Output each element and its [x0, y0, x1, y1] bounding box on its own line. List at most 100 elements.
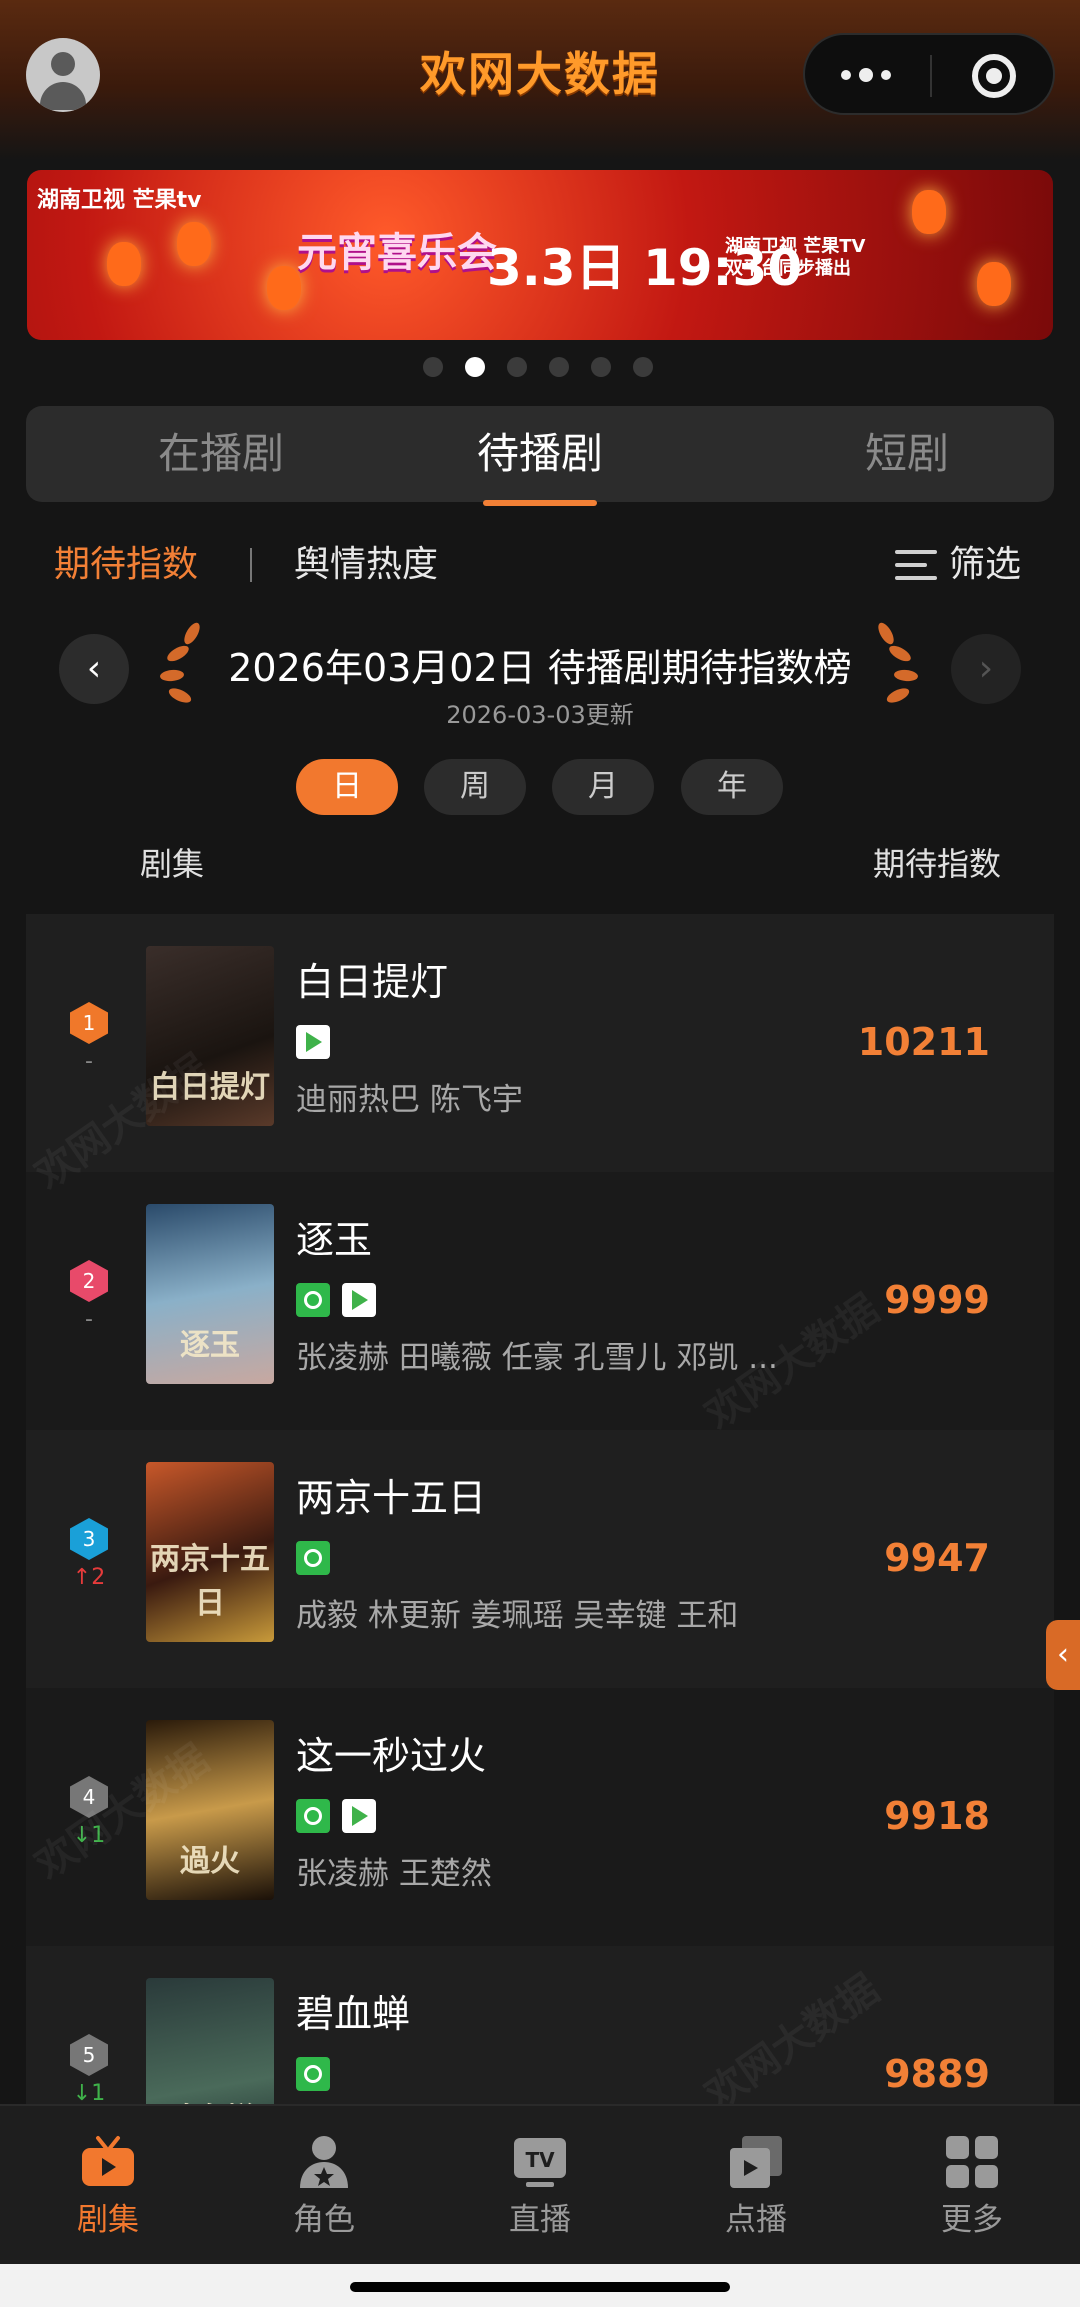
- mgtv-platform-icon: [342, 1283, 376, 1317]
- close-miniapp-button[interactable]: [972, 54, 1016, 98]
- drama-actors: 迪丽热巴 陈飞宇: [296, 1082, 523, 1118]
- period-year[interactable]: 年: [681, 759, 783, 815]
- filter-label: 筛选: [949, 544, 1022, 585]
- rank-number: 1: [70, 1002, 108, 1044]
- capsule-divider: [930, 55, 932, 97]
- laurel-right-icon: [868, 620, 919, 714]
- subtab-public-opinion[interactable]: 舆情热度: [294, 540, 438, 590]
- subtab-divider: [250, 548, 252, 582]
- expectation-score: 9999: [884, 1278, 990, 1322]
- carousel-dot[interactable]: [465, 357, 485, 377]
- lantern-decoration: [977, 262, 1011, 306]
- ranking-list: 1- 白日提灯 白日提灯 迪丽热巴 陈飞宇 10211 2- 逐玉 逐玉 张凌赫 田曦薇 任豪 …: [26, 914, 1054, 2104]
- chevron-left-icon: ‹: [1057, 1637, 1069, 1672]
- table-row[interactable]: 4 ↓1 過火 这一秒过火张凌赫 王楚然 9918: [26, 1688, 1054, 1946]
- drama-title[interactable]: 碧血蝉: [296, 1988, 410, 2040]
- more-options-button[interactable]: [841, 65, 895, 85]
- user-avatar[interactable]: [26, 38, 100, 112]
- bottom-nav: 剧集 角色 TV 直播 点播 更多: [0, 2104, 1080, 2264]
- grid-more-icon: [946, 2136, 998, 2188]
- mgtv-platform-icon: [296, 1025, 330, 1059]
- table-row[interactable]: 5↓1碧血蝉碧血蝉9889: [26, 1946, 1054, 2104]
- rank-badge: 4 ↓1: [70, 1776, 108, 1848]
- rank-badge: 3 ↑2: [70, 1518, 108, 1590]
- more-dot-icon: [881, 70, 891, 80]
- drama-poster[interactable]: 白日提灯: [146, 946, 274, 1126]
- rank-badge: 2-: [70, 1260, 108, 1332]
- drama-poster[interactable]: 過火: [146, 1720, 274, 1900]
- next-date-button[interactable]: ›: [951, 634, 1021, 704]
- carousel-dot[interactable]: [549, 357, 569, 377]
- nav-label: 点播: [725, 2202, 787, 2238]
- drama-poster[interactable]: 两京十五日: [146, 1462, 274, 1642]
- rank-trend: ↓1: [72, 2081, 106, 2104]
- app-logo: 欢网大数据: [420, 47, 660, 101]
- carousel-dot[interactable]: [633, 357, 653, 377]
- drama-title[interactable]: 这一秒过火: [296, 1730, 486, 1782]
- drama-actors: 张凌赫 王楚然: [296, 1856, 492, 1892]
- carousel-dot[interactable]: [507, 357, 527, 377]
- drama-poster[interactable]: 碧血蝉: [146, 1978, 274, 2104]
- home-indicator[interactable]: [350, 2282, 730, 2292]
- nav-item-live[interactable]: TV 直播: [432, 2106, 648, 2266]
- filter-lines-icon: [895, 550, 937, 582]
- miniapp-capsule: [803, 33, 1055, 115]
- table-row[interactable]: 1- 白日提灯 白日提灯 迪丽热巴 陈飞宇 10211: [26, 914, 1054, 1172]
- promo-banner[interactable]: 湖南卫视 芒果tv 元宵喜乐会 3.3日 19:30 湖南卫视 芒果TV 双平台…: [27, 170, 1053, 340]
- poster-title: 两京十五日: [150, 1542, 270, 1621]
- period-month[interactable]: 月: [552, 759, 654, 815]
- avatar-head-icon: [51, 52, 75, 76]
- carousel-dot[interactable]: [423, 357, 443, 377]
- carousel-dot[interactable]: [591, 357, 611, 377]
- drama-title[interactable]: 白日提灯: [296, 956, 448, 1008]
- prev-date-button[interactable]: ‹: [59, 634, 129, 704]
- drama-actors: 成毅 林更新 姜珮瑶 吴幸键 王和: [296, 1598, 739, 1634]
- poster-title: 碧血蝉: [146, 2094, 274, 2104]
- tab-short[interactable]: 短剧: [777, 406, 1037, 502]
- ranking-updated: 2026-03-03更新: [446, 701, 634, 729]
- banner-sub-line1: 湖南卫视 芒果TV: [725, 236, 866, 257]
- banner-sub-line2: 双平台同步播出: [725, 258, 851, 279]
- iqiyi-platform-icon: [296, 1541, 330, 1575]
- nav-item-roles[interactable]: 角色: [216, 2106, 432, 2266]
- tab-on-air[interactable]: 在播剧: [91, 406, 351, 502]
- subtab-expectation-index[interactable]: 期待指数: [54, 540, 198, 590]
- table-row[interactable]: 2- 逐玉 逐玉 张凌赫 田曦薇 任豪 孔雪儿 邓凯 ... 9999: [26, 1172, 1054, 1430]
- rank-number: 2: [70, 1260, 108, 1302]
- nav-item-more[interactable]: 更多: [864, 2106, 1080, 2266]
- nav-label: 剧集: [77, 2202, 139, 2238]
- period-day[interactable]: 日: [296, 759, 398, 815]
- expectation-score: 10211: [857, 1020, 990, 1064]
- drama-title[interactable]: 逐玉: [296, 1214, 372, 1266]
- column-header-drama: 剧集: [140, 845, 205, 883]
- period-week[interactable]: 周: [424, 759, 526, 815]
- rank-badge: 5 ↓1: [70, 2034, 108, 2104]
- poster-title: 過火: [180, 1844, 240, 1879]
- side-drawer-handle[interactable]: ‹: [1046, 1620, 1080, 1690]
- iqiyi-platform-icon: [296, 2057, 330, 2091]
- header: 欢网大数据: [0, 0, 1080, 160]
- vod-play-icon: [730, 2136, 782, 2188]
- iqiyi-platform-icon: [296, 1283, 330, 1317]
- nav-label: 直播: [509, 2202, 571, 2238]
- expectation-score: 9918: [884, 1794, 990, 1838]
- drama-actors: 张凌赫 田曦薇 任豪 孔雪儿 邓凯 ...: [296, 1340, 778, 1376]
- nav-item-vod[interactable]: 点播: [648, 2106, 864, 2266]
- active-tab-underline: [483, 500, 597, 506]
- drama-poster[interactable]: 逐玉: [146, 1204, 274, 1384]
- tab-upcoming[interactable]: 待播剧: [410, 406, 670, 502]
- rank-number: 4: [70, 1776, 108, 1818]
- svg-text:TV: TV: [525, 2148, 555, 2172]
- nav-label: 更多: [941, 2202, 1003, 2238]
- rank-trend: ↑2: [72, 1565, 106, 1590]
- nav-item-dramas[interactable]: 剧集: [0, 2106, 216, 2266]
- chevron-right-icon: ›: [978, 648, 994, 689]
- more-dot-icon: [859, 68, 873, 82]
- expectation-score: 9947: [884, 1536, 990, 1580]
- live-tv-icon: TV: [514, 2138, 566, 2187]
- drama-title[interactable]: 两京十五日: [296, 1472, 486, 1524]
- chevron-left-icon: ‹: [86, 648, 102, 689]
- table-row[interactable]: 3 ↑2 两京十五日 两京十五日 成毅 林更新 姜珮瑶 吴幸键 王和 9947: [26, 1430, 1054, 1688]
- rank-badge: 1-: [70, 1002, 108, 1074]
- app-root: 欢网大数据 湖南卫视 芒果tv 元宵喜乐会 3.3日 19:30 湖南卫视 芒果…: [0, 0, 1080, 2307]
